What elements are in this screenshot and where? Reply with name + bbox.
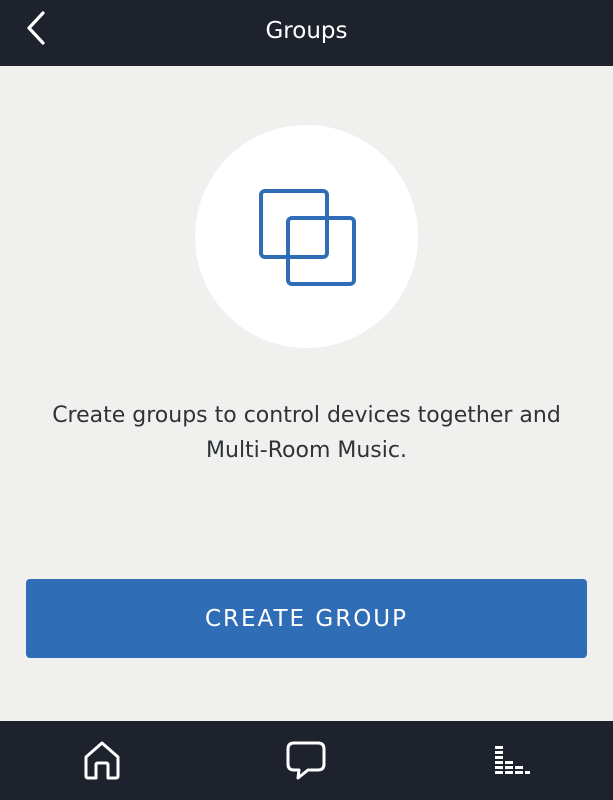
top-bar: Groups [0, 0, 613, 66]
groups-description: Create groups to control devices togethe… [52, 403, 561, 463]
groups-illustration [195, 125, 418, 348]
nav-home-button[interactable] [77, 735, 127, 785]
nav-communicate-button[interactable] [281, 735, 331, 785]
groups-screen: Groups Create groups to control devices … [0, 0, 613, 800]
chat-bubble-icon [286, 741, 326, 780]
page-title: Groups [265, 18, 348, 44]
overlapping-squares-icon [258, 188, 356, 286]
create-group-button[interactable]: CREATE GROUP [26, 579, 587, 658]
nav-play-button[interactable] [486, 735, 536, 785]
music-bars-icon [495, 746, 530, 774]
bottom-nav [0, 721, 613, 800]
home-icon [84, 741, 120, 780]
